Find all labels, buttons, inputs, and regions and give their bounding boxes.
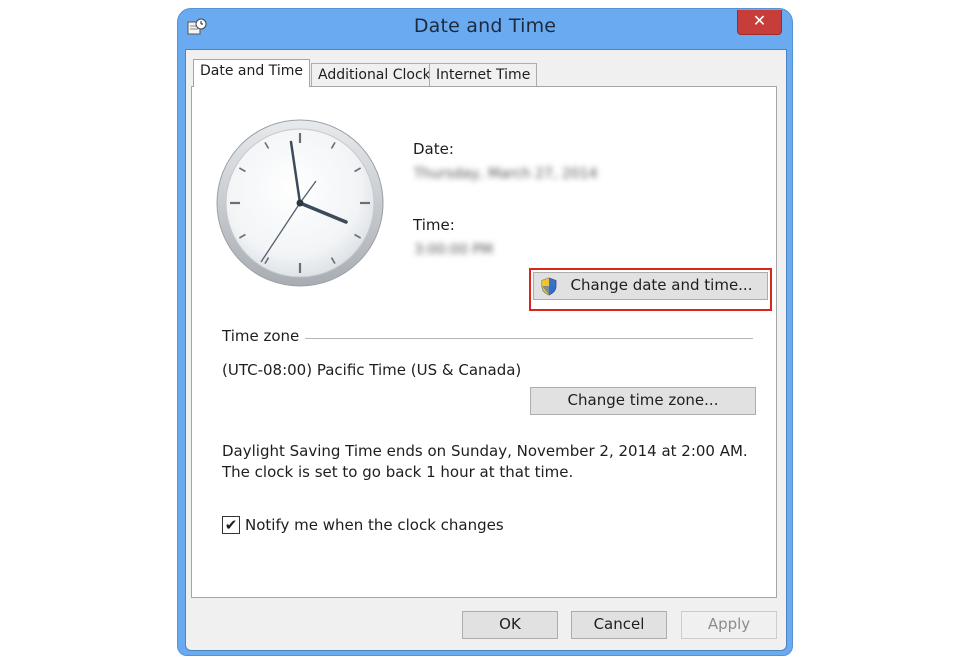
- notify-checkbox[interactable]: ✔: [222, 516, 240, 534]
- change-date-time-label: Change date and time...: [570, 276, 753, 294]
- date-label: Date:: [413, 140, 454, 158]
- dialog-client-area: Date and Time Additional Clocks Internet…: [185, 49, 787, 651]
- date-time-dialog: Date and Time ✕ Date and Time Additional…: [177, 8, 793, 656]
- close-button[interactable]: ✕: [737, 10, 782, 35]
- date-time-tab-panel: Date: Thursday, March 27, 2014 Time: 3:0…: [191, 86, 777, 598]
- cancel-button[interactable]: Cancel: [571, 611, 667, 639]
- tab-date-and-time[interactable]: Date and Time: [193, 59, 310, 87]
- timezone-group-label: Time zone: [222, 327, 306, 345]
- timezone-group-divider: [302, 338, 753, 339]
- window-title: Date and Time: [413, 15, 557, 37]
- timezone-value: (UTC-08:00) Pacific Time (US & Canada): [222, 361, 522, 379]
- tab-additional-clocks[interactable]: Additional Clocks: [311, 63, 446, 86]
- dst-notice: Daylight Saving Time ends on Sunday, Nov…: [222, 442, 748, 481]
- change-date-time-button[interactable]: Change date and time...: [533, 272, 768, 300]
- tab-internet-time[interactable]: Internet Time: [429, 63, 538, 86]
- notify-checkbox-label[interactable]: Notify me when the clock changes: [245, 516, 504, 534]
- date-value: Thursday, March 27, 2014: [414, 166, 598, 182]
- analog-clock-icon: [216, 119, 384, 287]
- time-label: Time:: [413, 216, 455, 234]
- change-time-zone-button[interactable]: Change time zone...: [530, 387, 756, 415]
- ok-button[interactable]: OK: [462, 611, 558, 639]
- apply-button[interactable]: Apply: [681, 611, 777, 639]
- time-value: 3:00:00 PM: [414, 242, 493, 258]
- uac-shield-icon: [541, 277, 557, 296]
